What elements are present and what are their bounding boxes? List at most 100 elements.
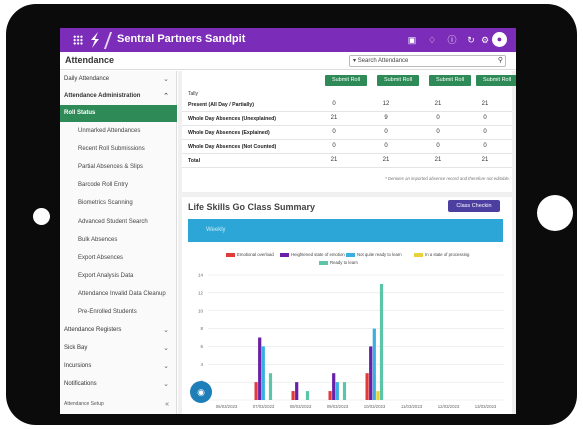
legend-item[interactable]: Ready to learn bbox=[319, 260, 358, 265]
app-title: Sentral Partners Sandpit bbox=[117, 33, 246, 45]
table-cell: 21 bbox=[330, 157, 338, 163]
sidebar-item[interactable]: Pre-Enrolled Students bbox=[60, 304, 177, 321]
chart-bar[interactable] bbox=[372, 328, 376, 400]
chart-bar[interactable] bbox=[305, 391, 310, 400]
legend-item[interactable]: Heightened state of emotion bbox=[280, 252, 345, 257]
user-avatar-icon[interactable]: ● bbox=[492, 32, 507, 47]
x-tick-label: 12/03/2023 bbox=[438, 404, 460, 409]
help-icon[interactable]: ⓘ bbox=[446, 34, 458, 46]
legend-swatch bbox=[414, 252, 423, 257]
sidebar-item[interactable]: Biometrics Scanning bbox=[60, 195, 177, 212]
chevron-icon: ⌄ bbox=[163, 345, 169, 352]
row-label: Present (All Day / Partially) bbox=[188, 102, 255, 108]
legend-label: Ready to learn bbox=[330, 260, 358, 265]
submit-roll-button[interactable]: Submit Roll bbox=[325, 75, 367, 86]
sidebar: Daily Attendance ⌄ Attendance Administrati… bbox=[60, 71, 177, 414]
table-cell: 21 bbox=[330, 115, 338, 121]
class-summary-chart: 0246810121406/03/202307/03/202308/03/202… bbox=[198, 273, 504, 409]
sidebar-item[interactable]: Export Absences bbox=[60, 250, 177, 267]
chart-bar[interactable] bbox=[376, 391, 380, 400]
sidebar-item-label: Barcode Roll Entry bbox=[78, 182, 129, 188]
top-bar: Sentral Partners Sandpit ▣ ♢ ⓘ ↻ ⚙ ● bbox=[60, 28, 516, 52]
legend-item[interactable]: Not quite ready to learn bbox=[346, 252, 402, 257]
table-cell: 21 bbox=[434, 101, 442, 107]
search-value: Search Attendance bbox=[357, 58, 409, 64]
sidebar-item-label: Daily Attendance bbox=[64, 76, 110, 82]
sidebar-item[interactable]: Advanced Student Search bbox=[60, 214, 177, 231]
chart-bar[interactable] bbox=[365, 373, 369, 400]
chart-bar[interactable] bbox=[328, 391, 332, 400]
sidebar-item[interactable]: Daily Attendance ⌄ bbox=[60, 71, 177, 88]
table-cell: 21 bbox=[481, 157, 489, 163]
chevron-icon: ⌄ bbox=[163, 76, 169, 83]
imported-note: * Denotes an imported absence record and… bbox=[385, 176, 510, 181]
chart-bar[interactable] bbox=[261, 346, 265, 400]
chart-bar[interactable] bbox=[295, 382, 299, 400]
submit-roll-button[interactable]: Submit Roll bbox=[476, 75, 516, 86]
submit-roll-button[interactable]: Submit Roll bbox=[377, 75, 419, 86]
sidebar-item[interactable]: Roll Status bbox=[60, 105, 177, 122]
table-cell: 0 bbox=[384, 129, 388, 135]
sidebar-item-label: Pre-Enrolled Students bbox=[78, 309, 137, 315]
sidebar-item[interactable]: Attendance Invalid Data Cleanup bbox=[60, 286, 177, 303]
search-icon[interactable]: ⚲ bbox=[498, 56, 503, 66]
sidebar-item[interactable]: Sick Bay ⌄ bbox=[60, 340, 177, 357]
sentral-logo-icon bbox=[91, 32, 99, 48]
legend-swatch bbox=[280, 252, 289, 257]
table-cell: 0 bbox=[436, 115, 440, 121]
page-header: Attendance ▾ Search Attendance ⚲ bbox=[60, 52, 516, 70]
x-tick-label: 06/03/2023 bbox=[216, 404, 238, 409]
collapse-icon: « bbox=[165, 401, 169, 408]
chart-bar[interactable] bbox=[369, 346, 373, 400]
chevron-icon: ⌄ bbox=[163, 381, 169, 388]
table-cell: 0 bbox=[436, 143, 440, 149]
legend-item[interactable]: In a state of processing bbox=[414, 252, 469, 257]
screen: Sentral Partners Sandpit ▣ ♢ ⓘ ↻ ⚙ ● Att… bbox=[60, 28, 516, 414]
chart-bar[interactable] bbox=[342, 382, 347, 400]
sidebar-item[interactable]: Notifications ⌄ bbox=[60, 376, 177, 393]
page-title: Attendance bbox=[65, 55, 115, 65]
window-icon[interactable]: ▣ bbox=[406, 34, 418, 46]
sidebar-item[interactable]: Unmarked Attendances bbox=[60, 123, 177, 140]
settings-icon[interactable]: ⚙ bbox=[479, 34, 491, 46]
table-cell: 0 bbox=[436, 129, 440, 135]
y-tick-label: 12 bbox=[198, 290, 204, 295]
sidebar-item[interactable]: Recent Roll Submissions bbox=[60, 141, 177, 158]
row-label: Whole Day Absences (Not Counted) bbox=[188, 144, 277, 150]
row-label: Whole Day Absences (Unexplained) bbox=[188, 116, 277, 122]
chevron-icon: ⌄ bbox=[163, 327, 169, 334]
chart-bar[interactable] bbox=[332, 373, 336, 400]
sidebar-item[interactable]: Export Analysis Data bbox=[60, 268, 177, 285]
sidebar-item-label: Unmarked Attendances bbox=[78, 128, 141, 134]
sidebar-item[interactable]: Attendance Setup « bbox=[60, 396, 177, 413]
sidebar-item[interactable]: Attendance Administration ⌃ bbox=[60, 88, 177, 105]
chart-bar[interactable] bbox=[268, 373, 273, 400]
sidebar-item[interactable]: Attendance Registers ⌄ bbox=[60, 322, 177, 339]
tablet-home-button[interactable] bbox=[537, 195, 573, 231]
sidebar-item[interactable]: Bulk Absences bbox=[60, 232, 177, 249]
sidebar-item-label: Partial Absences & Slips bbox=[78, 164, 144, 170]
sidebar-item[interactable]: Incursions ⌄ bbox=[60, 358, 177, 375]
chart-bar[interactable] bbox=[254, 382, 258, 400]
sidebar-item-label: Sick Bay bbox=[64, 345, 88, 351]
sidebar-item-label: Incursions bbox=[64, 363, 92, 369]
legend-swatch bbox=[346, 252, 355, 257]
legend-item[interactable]: Emotional overload bbox=[226, 252, 274, 257]
chart-bar[interactable] bbox=[291, 391, 295, 400]
chart-bar[interactable] bbox=[335, 382, 339, 400]
search-input[interactable]: ▾ Search Attendance ⚲ bbox=[349, 55, 506, 67]
chat-button[interactable]: ◉ bbox=[190, 381, 212, 403]
table-row: Whole Day Absences (Explained) 0 0 0 0 bbox=[182, 126, 512, 140]
submit-roll-button[interactable]: Submit Roll bbox=[429, 75, 471, 86]
sidebar-item[interactable]: Partial Absences & Slips bbox=[60, 159, 177, 176]
table-cell: 0 bbox=[332, 101, 336, 107]
refresh-icon[interactable]: ↻ bbox=[465, 34, 477, 46]
app-grid-icon[interactable] bbox=[73, 35, 83, 45]
sidebar-item[interactable]: Barcode Roll Entry bbox=[60, 177, 177, 194]
bell-icon[interactable]: ♢ bbox=[426, 34, 438, 46]
chart-bar[interactable] bbox=[379, 283, 384, 400]
sidebar-item-label: Export Absences bbox=[78, 255, 124, 261]
table-row: Present (All Day / Partially) 0 12 21 21 bbox=[182, 98, 512, 112]
table-row: Whole Day Absences (Unexplained) 21 9 0 0 bbox=[182, 112, 512, 126]
chart-bar[interactable] bbox=[258, 337, 262, 401]
